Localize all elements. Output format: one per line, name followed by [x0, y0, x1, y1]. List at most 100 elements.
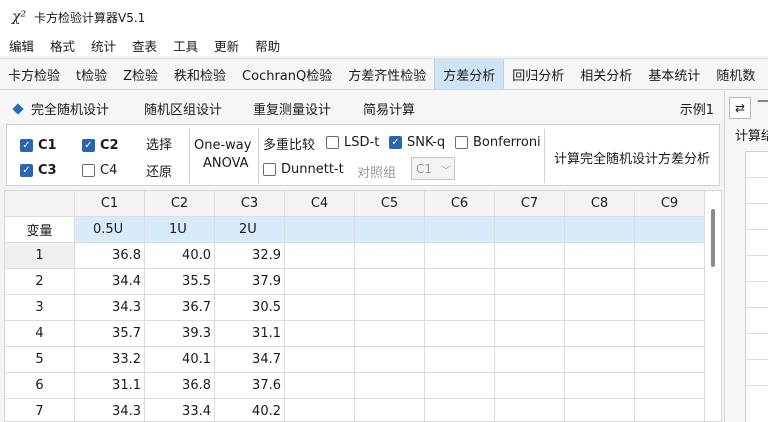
data-cell[interactable]: 37.6	[215, 373, 285, 399]
data-cell[interactable]	[425, 269, 495, 295]
data-cell[interactable]	[635, 399, 705, 421]
row-header[interactable]: 3	[5, 295, 75, 321]
data-cell[interactable]	[635, 295, 705, 321]
data-cell[interactable]: 34.7	[215, 347, 285, 373]
column-header[interactable]: C5	[355, 191, 425, 217]
variable-name-cell[interactable]: 2U	[215, 217, 285, 243]
data-cell[interactable]	[355, 295, 425, 321]
variable-name-cell[interactable]: 0.5U	[75, 217, 145, 243]
data-cell[interactable]	[285, 399, 355, 421]
data-cell[interactable]	[355, 243, 425, 269]
data-cell[interactable]	[425, 243, 495, 269]
row-header[interactable]: 6	[5, 373, 75, 399]
data-cell[interactable]: 30.5	[215, 295, 285, 321]
row-header[interactable]: 4	[5, 321, 75, 347]
row-header[interactable]: 7	[5, 399, 75, 421]
checkbox-bonferroni[interactable]: Bonferroni	[455, 135, 541, 150]
menu-tools[interactable]: 工具	[164, 36, 205, 55]
variable-name-cell[interactable]: 1U	[145, 217, 215, 243]
column-header[interactable]: C1	[75, 191, 145, 217]
data-cell[interactable]	[425, 347, 495, 373]
data-cell[interactable]: 40.0	[145, 243, 215, 269]
data-cell[interactable]	[425, 399, 495, 421]
data-cell[interactable]	[635, 347, 705, 373]
data-cell[interactable]: 31.1	[215, 321, 285, 347]
data-cell[interactable]	[565, 269, 635, 295]
tab-anova[interactable]: 方差分析	[434, 59, 505, 89]
tab-homogeneity[interactable]: 方差齐性检验	[340, 59, 434, 89]
tab-basic-stats[interactable]: 基本统计	[640, 59, 708, 89]
data-cell[interactable]	[565, 243, 635, 269]
tab-z-test[interactable]: Z检验	[115, 59, 166, 89]
data-cell[interactable]: 34.4	[75, 269, 145, 295]
calculate-anova-button[interactable]: 计算完全随机设计方差分析	[554, 148, 710, 167]
variable-name-cell[interactable]	[635, 217, 705, 243]
checkbox-lsd-t[interactable]: LSD-t	[326, 135, 379, 150]
data-cell[interactable]	[355, 321, 425, 347]
column-header[interactable]: C3	[215, 191, 285, 217]
data-cell[interactable]	[285, 295, 355, 321]
column-header[interactable]: C6	[425, 191, 495, 217]
column-header[interactable]: C4	[285, 191, 355, 217]
data-cell[interactable]: 37.9	[215, 269, 285, 295]
subtab-completely-random[interactable]: 完全随机设计	[12, 99, 109, 118]
row-header[interactable]: 2	[5, 269, 75, 295]
data-cell[interactable]: 31.1	[75, 373, 145, 399]
data-cell[interactable]	[425, 321, 495, 347]
data-cell[interactable]	[495, 347, 565, 373]
variable-name-cell[interactable]	[565, 217, 635, 243]
data-cell[interactable]: 40.2	[215, 399, 285, 421]
anova-line2[interactable]: ANOVA	[203, 156, 249, 171]
data-cell[interactable]	[425, 373, 495, 399]
tab-cochran-q[interactable]: CochranQ检验	[234, 59, 340, 89]
data-cell[interactable]	[495, 321, 565, 347]
data-cell[interactable]	[495, 243, 565, 269]
data-cell[interactable]	[425, 295, 495, 321]
data-cell[interactable]	[355, 373, 425, 399]
data-cell[interactable]	[355, 269, 425, 295]
data-cell[interactable]: 35.5	[145, 269, 215, 295]
data-cell[interactable]: 32.9	[215, 243, 285, 269]
anova-line1[interactable]: One-way	[194, 138, 251, 153]
data-cell[interactable]: 40.1	[145, 347, 215, 373]
data-cell[interactable]: 36.8	[145, 373, 215, 399]
column-header[interactable]: C7	[495, 191, 565, 217]
data-cell[interactable]	[285, 243, 355, 269]
variable-name-cell[interactable]	[355, 217, 425, 243]
data-cell[interactable]: 34.3	[75, 295, 145, 321]
data-cell[interactable]	[285, 347, 355, 373]
data-cell[interactable]	[285, 321, 355, 347]
checkbox-c1[interactable]: ✓ C1	[20, 138, 57, 153]
row-header[interactable]: 1	[5, 243, 75, 269]
data-cell[interactable]: 36.7	[145, 295, 215, 321]
control-group-select[interactable]: C1 ﹀	[411, 157, 455, 180]
data-cell[interactable]	[565, 321, 635, 347]
checkbox-c3[interactable]: ✓ C3	[20, 163, 57, 178]
data-cell[interactable]	[285, 373, 355, 399]
checkbox-c4[interactable]: C4	[82, 163, 117, 178]
data-cell[interactable]	[635, 373, 705, 399]
data-cell[interactable]	[495, 269, 565, 295]
data-cell[interactable]	[355, 399, 425, 421]
checkbox-dunnett-t[interactable]: Dunnett-t	[263, 162, 344, 177]
menu-lookup[interactable]: 查表	[123, 36, 164, 55]
tab-chi-square[interactable]: 卡方检验	[0, 59, 68, 89]
select-button[interactable]: 选择	[146, 134, 172, 153]
data-cell[interactable]: 33.2	[75, 347, 145, 373]
subtab-repeated-measures[interactable]: 重复测量设计	[253, 99, 331, 118]
data-cell[interactable]: 33.4	[145, 399, 215, 421]
data-cell[interactable]	[635, 321, 705, 347]
data-cell[interactable]	[565, 373, 635, 399]
checkbox-c2[interactable]: ✓ C2	[82, 138, 119, 153]
tab-correlation[interactable]: 相关分析	[572, 59, 640, 89]
row-header[interactable]: 5	[5, 347, 75, 373]
data-cell[interactable]	[355, 347, 425, 373]
data-cell[interactable]	[495, 295, 565, 321]
variable-name-cell[interactable]	[495, 217, 565, 243]
data-cell[interactable]	[495, 399, 565, 421]
menu-update[interactable]: 更新	[205, 36, 246, 55]
data-cell[interactable]	[565, 399, 635, 421]
data-cell[interactable]	[635, 243, 705, 269]
restore-button[interactable]: 还原	[146, 161, 172, 180]
subtab-simple-calc[interactable]: 简易计算	[363, 99, 415, 118]
